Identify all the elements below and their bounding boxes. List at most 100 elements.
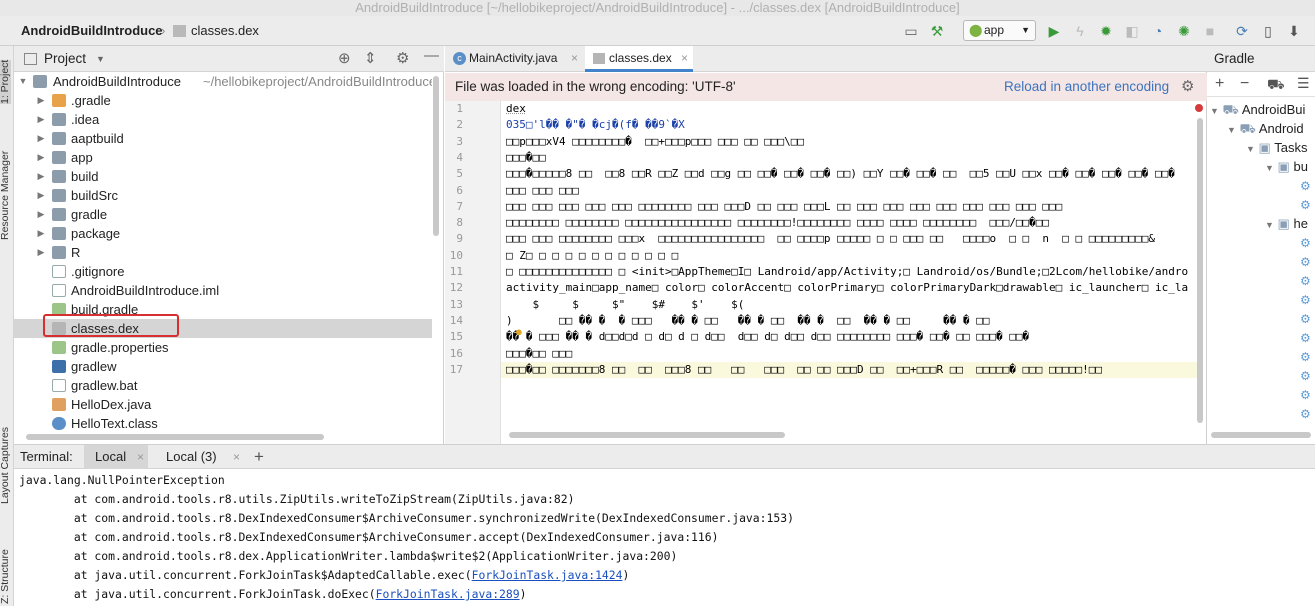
project-structure-icon[interactable]: ▭: [902, 22, 920, 40]
expand-right-icon[interactable]: ▶: [36, 186, 46, 205]
task-gear-icon[interactable]: ⚙: [1300, 255, 1311, 269]
project-panel-title[interactable]: Project: [44, 51, 86, 66]
tab-classes-dex[interactable]: classes.dex ×: [585, 46, 693, 72]
task-gear-icon[interactable]: ⚙: [1300, 350, 1311, 364]
device-manager-icon[interactable]: ▯: [1259, 22, 1277, 40]
tab-mainactivity[interactable]: c MainActivity.java ×: [445, 46, 583, 72]
gear-icon[interactable]: ⚙: [1181, 77, 1194, 95]
task-gear-icon[interactable]: ⚙: [1300, 407, 1311, 421]
terminal-tab-local[interactable]: Local ×: [84, 445, 148, 469]
expand-right-icon[interactable]: ▶: [36, 205, 46, 224]
stop-icon[interactable]: ■: [1201, 22, 1219, 40]
run-icon[interactable]: ▶: [1045, 22, 1063, 40]
expand-right-icon[interactable]: ▶: [36, 110, 46, 129]
expand-right-icon[interactable]: ▶: [36, 148, 46, 167]
editor-vertical-scrollbar[interactable]: [1197, 118, 1203, 423]
gradle-horizontal-scrollbar[interactable]: [1211, 432, 1311, 438]
sync-gradle-icon[interactable]: ⟳: [1233, 22, 1251, 40]
tree-item[interactable]: gradlew: [14, 357, 432, 376]
expand-down-icon[interactable]: ▼: [1265, 220, 1274, 230]
task-gear-icon[interactable]: ⚙: [1300, 198, 1311, 212]
task-gear-icon[interactable]: ⚙: [1300, 179, 1311, 193]
attach-debugger-icon[interactable]: ✺: [1175, 22, 1193, 40]
tree-item[interactable]: ▶ app: [14, 148, 432, 167]
task-gear-icon[interactable]: ⚙: [1300, 388, 1311, 402]
encoding-warning-message: File was loaded in the wrong encoding: '…: [455, 79, 736, 94]
expand-right-icon[interactable]: ▶: [36, 167, 46, 186]
close-icon[interactable]: ×: [137, 445, 144, 469]
tree-item[interactable]: AndroidBuildIntroduce.iml: [14, 281, 432, 300]
tree-item[interactable]: ▶ R: [14, 243, 432, 262]
breadcrumb-file[interactable]: classes.dex: [191, 23, 259, 38]
tree-item[interactable]: ▶ aaptbuild: [14, 129, 432, 148]
project-tool-tab[interactable]: 1: Project: [0, 59, 11, 104]
task-gear-icon[interactable]: ⚙: [1300, 331, 1311, 345]
minimize-icon[interactable]: —: [424, 47, 439, 64]
coverage-icon[interactable]: ◧: [1123, 22, 1141, 40]
gear-icon[interactable]: ⚙: [396, 49, 409, 67]
task-gear-icon[interactable]: ⚙: [1300, 274, 1311, 288]
run-configuration-select[interactable]: ⬤ app ▼: [963, 20, 1036, 41]
tree-item[interactable]: HelloText.class: [14, 414, 432, 433]
reload-encoding-link[interactable]: Reload in another encoding: [1004, 79, 1169, 94]
list-icon[interactable]: ☰: [1297, 75, 1310, 92]
chevron-down-icon[interactable]: ▼: [96, 54, 105, 64]
tree-item[interactable]: ▶ .gradle: [14, 91, 432, 110]
expand-down-icon[interactable]: ▼: [1210, 106, 1219, 116]
locate-file-icon[interactable]: ⊕: [338, 49, 351, 67]
debug-icon[interactable]: ✹: [1097, 22, 1115, 40]
build-hammer-icon[interactable]: ⚒: [928, 22, 946, 40]
close-icon[interactable]: ×: [233, 445, 240, 469]
expand-down-icon[interactable]: ▼: [18, 72, 28, 91]
expand-down-icon[interactable]: ▼: [1227, 125, 1236, 135]
expand-down-icon[interactable]: ▼: [1265, 163, 1274, 173]
resource-manager-tab[interactable]: Resource Manager: [0, 151, 11, 240]
breadcrumb-project[interactable]: AndroidBuildIntroduce: [21, 23, 163, 38]
apply-changes-icon[interactable]: ϟ: [1071, 22, 1089, 40]
add-tab-icon[interactable]: +: [254, 445, 264, 469]
expand-right-icon[interactable]: ▶: [36, 243, 46, 262]
close-icon[interactable]: ×: [681, 46, 688, 71]
add-icon[interactable]: +: [1215, 75, 1224, 93]
profile-icon[interactable]: ◔: [1149, 22, 1167, 40]
terminal-tab-local-3[interactable]: Local (3) ×: [158, 445, 244, 469]
task-gear-icon[interactable]: ⚙: [1300, 312, 1311, 326]
tree-item[interactable]: gradle.properties: [14, 338, 432, 357]
gradle-tree-item[interactable]: ▼ ⛟ AndroidBui: [1210, 102, 1305, 120]
error-indicator-icon[interactable]: [1195, 104, 1203, 112]
expand-right-icon[interactable]: ▶: [36, 129, 46, 148]
tree-item[interactable]: ▶ build: [14, 167, 432, 186]
task-gear-icon[interactable]: ⚙: [1300, 293, 1311, 307]
expand-down-icon[interactable]: ▼: [1246, 144, 1255, 154]
structure-tab[interactable]: Z: Structure: [0, 549, 11, 604]
tree-item[interactable]: .gitignore: [14, 262, 432, 281]
gradle-tree-item[interactable]: ▼ ▣ bu: [1265, 159, 1308, 175]
elephant-icon[interactable]: ⛟: [1267, 76, 1285, 95]
minus-icon[interactable]: −: [1240, 75, 1249, 93]
sdk-manager-icon[interactable]: ⬇: [1285, 22, 1303, 40]
tree-item[interactable]: ▶ package: [14, 224, 432, 243]
tree-item[interactable]: ▶ buildSrc: [14, 186, 432, 205]
lightbulb-icon[interactable]: ●: [515, 324, 523, 339]
close-icon[interactable]: ×: [571, 46, 578, 71]
gradle-tree-item[interactable]: ▼ ▣ Tasks: [1246, 140, 1307, 156]
tree-item[interactable]: gradlew.bat: [14, 376, 432, 395]
tree-item[interactable]: ▶ .idea: [14, 110, 432, 129]
horizontal-scrollbar[interactable]: [26, 434, 324, 440]
tree-root-row[interactable]: ▼ AndroidBuildIntroduce ~/hellobikeproje…: [14, 72, 432, 91]
stacktrace-link[interactable]: ForkJoinTask.java:1424: [472, 568, 623, 582]
gradle-tree-item[interactable]: ▼ ⛟ Android: [1227, 121, 1304, 139]
tree-item[interactable]: HelloDex.java: [14, 395, 432, 414]
editor-horizontal-scrollbar[interactable]: [509, 432, 785, 438]
vertical-scrollbar[interactable]: [433, 76, 439, 236]
code-area[interactable]: dex 035□'l�� �"� �cj�(f� ��9`�X □□p□□□xV4 …: [501, 101, 1197, 427]
gradle-tree-item[interactable]: ▼ ▣ he: [1265, 216, 1308, 232]
collapse-all-icon[interactable]: ⇕: [364, 49, 377, 67]
layout-captures-tab[interactable]: Layout Captures: [0, 427, 11, 504]
task-gear-icon[interactable]: ⚙: [1300, 236, 1311, 250]
task-gear-icon[interactable]: ⚙: [1300, 369, 1311, 383]
expand-right-icon[interactable]: ▶: [36, 224, 46, 243]
tree-item[interactable]: ▶ gradle: [14, 205, 432, 224]
stacktrace-link[interactable]: ForkJoinTask.java:289: [376, 587, 520, 601]
expand-right-icon[interactable]: ▶: [36, 91, 46, 110]
